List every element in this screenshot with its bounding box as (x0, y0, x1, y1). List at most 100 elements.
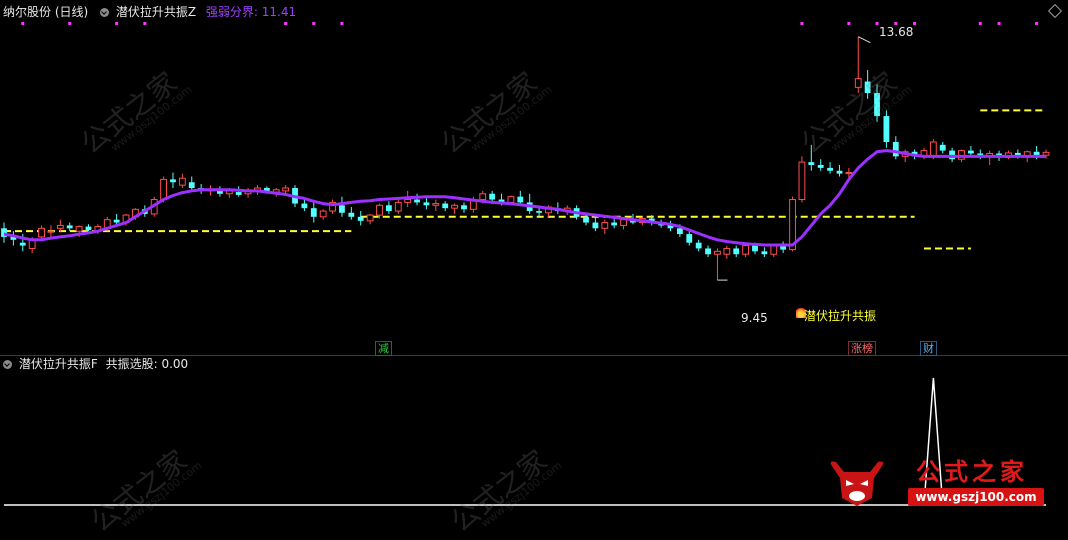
candle-body-up (366, 214, 374, 222)
candle-body-up (723, 247, 731, 255)
candle-body-down (301, 203, 308, 209)
signal-dot (284, 22, 288, 25)
high-marker (858, 36, 871, 44)
signal-dot (978, 22, 982, 25)
candle-body-up (404, 199, 412, 203)
candle-body-up (56, 224, 64, 229)
candle-body-down (188, 182, 195, 189)
candle-body-down (592, 222, 599, 229)
candle-body-down (705, 248, 711, 255)
badge-finance[interactable]: 财 (920, 341, 937, 356)
signal-dot (312, 22, 316, 25)
candle-body-down (676, 228, 683, 235)
candle-body-up (432, 203, 440, 206)
candle-body-down (235, 192, 242, 195)
candle-body-up (451, 204, 459, 209)
candle-body-up (507, 196, 515, 203)
candle-body-down (611, 222, 618, 226)
high-price-label: 13.68 (879, 25, 914, 39)
candle-body-up (714, 250, 721, 255)
candle-body-down (339, 205, 345, 213)
candle-body-down (442, 203, 449, 209)
signal-dot (800, 22, 804, 25)
candle-body-down (66, 225, 73, 229)
candle-body-down (892, 141, 899, 157)
candle-body-up (929, 141, 937, 157)
candle-body-down (385, 205, 392, 212)
sub-param-value: 0.00 (161, 357, 189, 371)
candle-body-down (19, 242, 26, 246)
candle-body-down (695, 242, 702, 249)
candle-body-up (742, 245, 750, 255)
candle-body-down (113, 219, 120, 223)
candle-body-down (310, 208, 317, 217)
candle-body-up (319, 210, 327, 218)
candle-body-up (798, 161, 806, 201)
candle-body-up (160, 178, 167, 201)
badge-reduce[interactable]: 减 (375, 341, 392, 356)
candle-body-up (770, 245, 778, 255)
panel-divider (0, 355, 1068, 356)
candle-body-down (752, 245, 758, 252)
main-price-panel (1, 22, 1050, 281)
candle-body-down (883, 116, 890, 142)
candle-body-up (601, 222, 609, 229)
candle-body-down (733, 248, 740, 255)
sub-param-label: 共振选股: (105, 357, 158, 371)
candle-body-up (845, 171, 853, 175)
signal-dot (1035, 22, 1039, 25)
logo-url: www.gszj100.com (908, 488, 1044, 506)
low-price-label: 9.45 (741, 311, 768, 325)
candle-body-down (583, 216, 589, 223)
candle-body-up (479, 193, 487, 201)
candle-body-down (817, 165, 824, 168)
candle-body-down (517, 196, 524, 203)
collapse-icon[interactable] (3, 360, 12, 369)
candle-body-down (761, 251, 768, 255)
candle-body-down (939, 144, 946, 151)
candle-body-down (414, 199, 420, 203)
candle-body-up (376, 204, 383, 216)
candle-body-up (75, 226, 83, 232)
candle-body-down (489, 193, 496, 200)
candle-body-down (536, 211, 542, 213)
signal-dot (143, 22, 147, 25)
candle-body-down (967, 150, 974, 154)
signal-dot (21, 22, 25, 25)
candle-body-up (178, 177, 186, 186)
candle-body-down (357, 216, 364, 221)
candle-body-down (808, 162, 815, 165)
sub-indicator-name: 潜伏拉升共振F (18, 357, 98, 371)
candle-body-up (1042, 151, 1050, 156)
main-header: 纳尔股份 (日线) 潜伏拉升共振Z 强弱分界: 11.41 (3, 5, 296, 19)
bull-logo-icon (830, 461, 884, 506)
candle-body-down (170, 179, 176, 183)
candle-body-down (686, 234, 693, 243)
candle-body-up (38, 227, 45, 238)
signal-dot (913, 22, 917, 25)
signal-dot (340, 22, 344, 25)
signal-dot (68, 22, 72, 25)
param-value: 11.41 (261, 5, 297, 19)
signal-label: 潜伏拉升共振 (804, 309, 877, 323)
candle-body-up (394, 201, 402, 212)
candle-body-down (827, 167, 834, 171)
candle-body-down (85, 226, 92, 231)
signal-dot (115, 22, 119, 25)
candle-body-down (216, 190, 223, 194)
param-label: 强弱分界: (205, 5, 258, 19)
signal-dot (997, 22, 1001, 25)
badge-rank[interactable]: 涨榜 (848, 341, 876, 356)
candle-body-down (348, 212, 355, 217)
site-logo: 公式之家 www.gszj100.com (898, 452, 1048, 512)
candle-body-up (282, 187, 290, 192)
candle-body-down (423, 202, 430, 206)
indicator-name: 潜伏拉升共振Z (115, 5, 197, 19)
signal-dot (847, 22, 851, 25)
candle-body-down (836, 170, 843, 174)
candle-body-down (1033, 151, 1040, 156)
candle-body-up (620, 219, 627, 226)
stock-title: 纳尔股份 (日线) (3, 5, 89, 19)
collapse-icon[interactable] (100, 8, 110, 17)
candle-body-down (461, 205, 467, 210)
